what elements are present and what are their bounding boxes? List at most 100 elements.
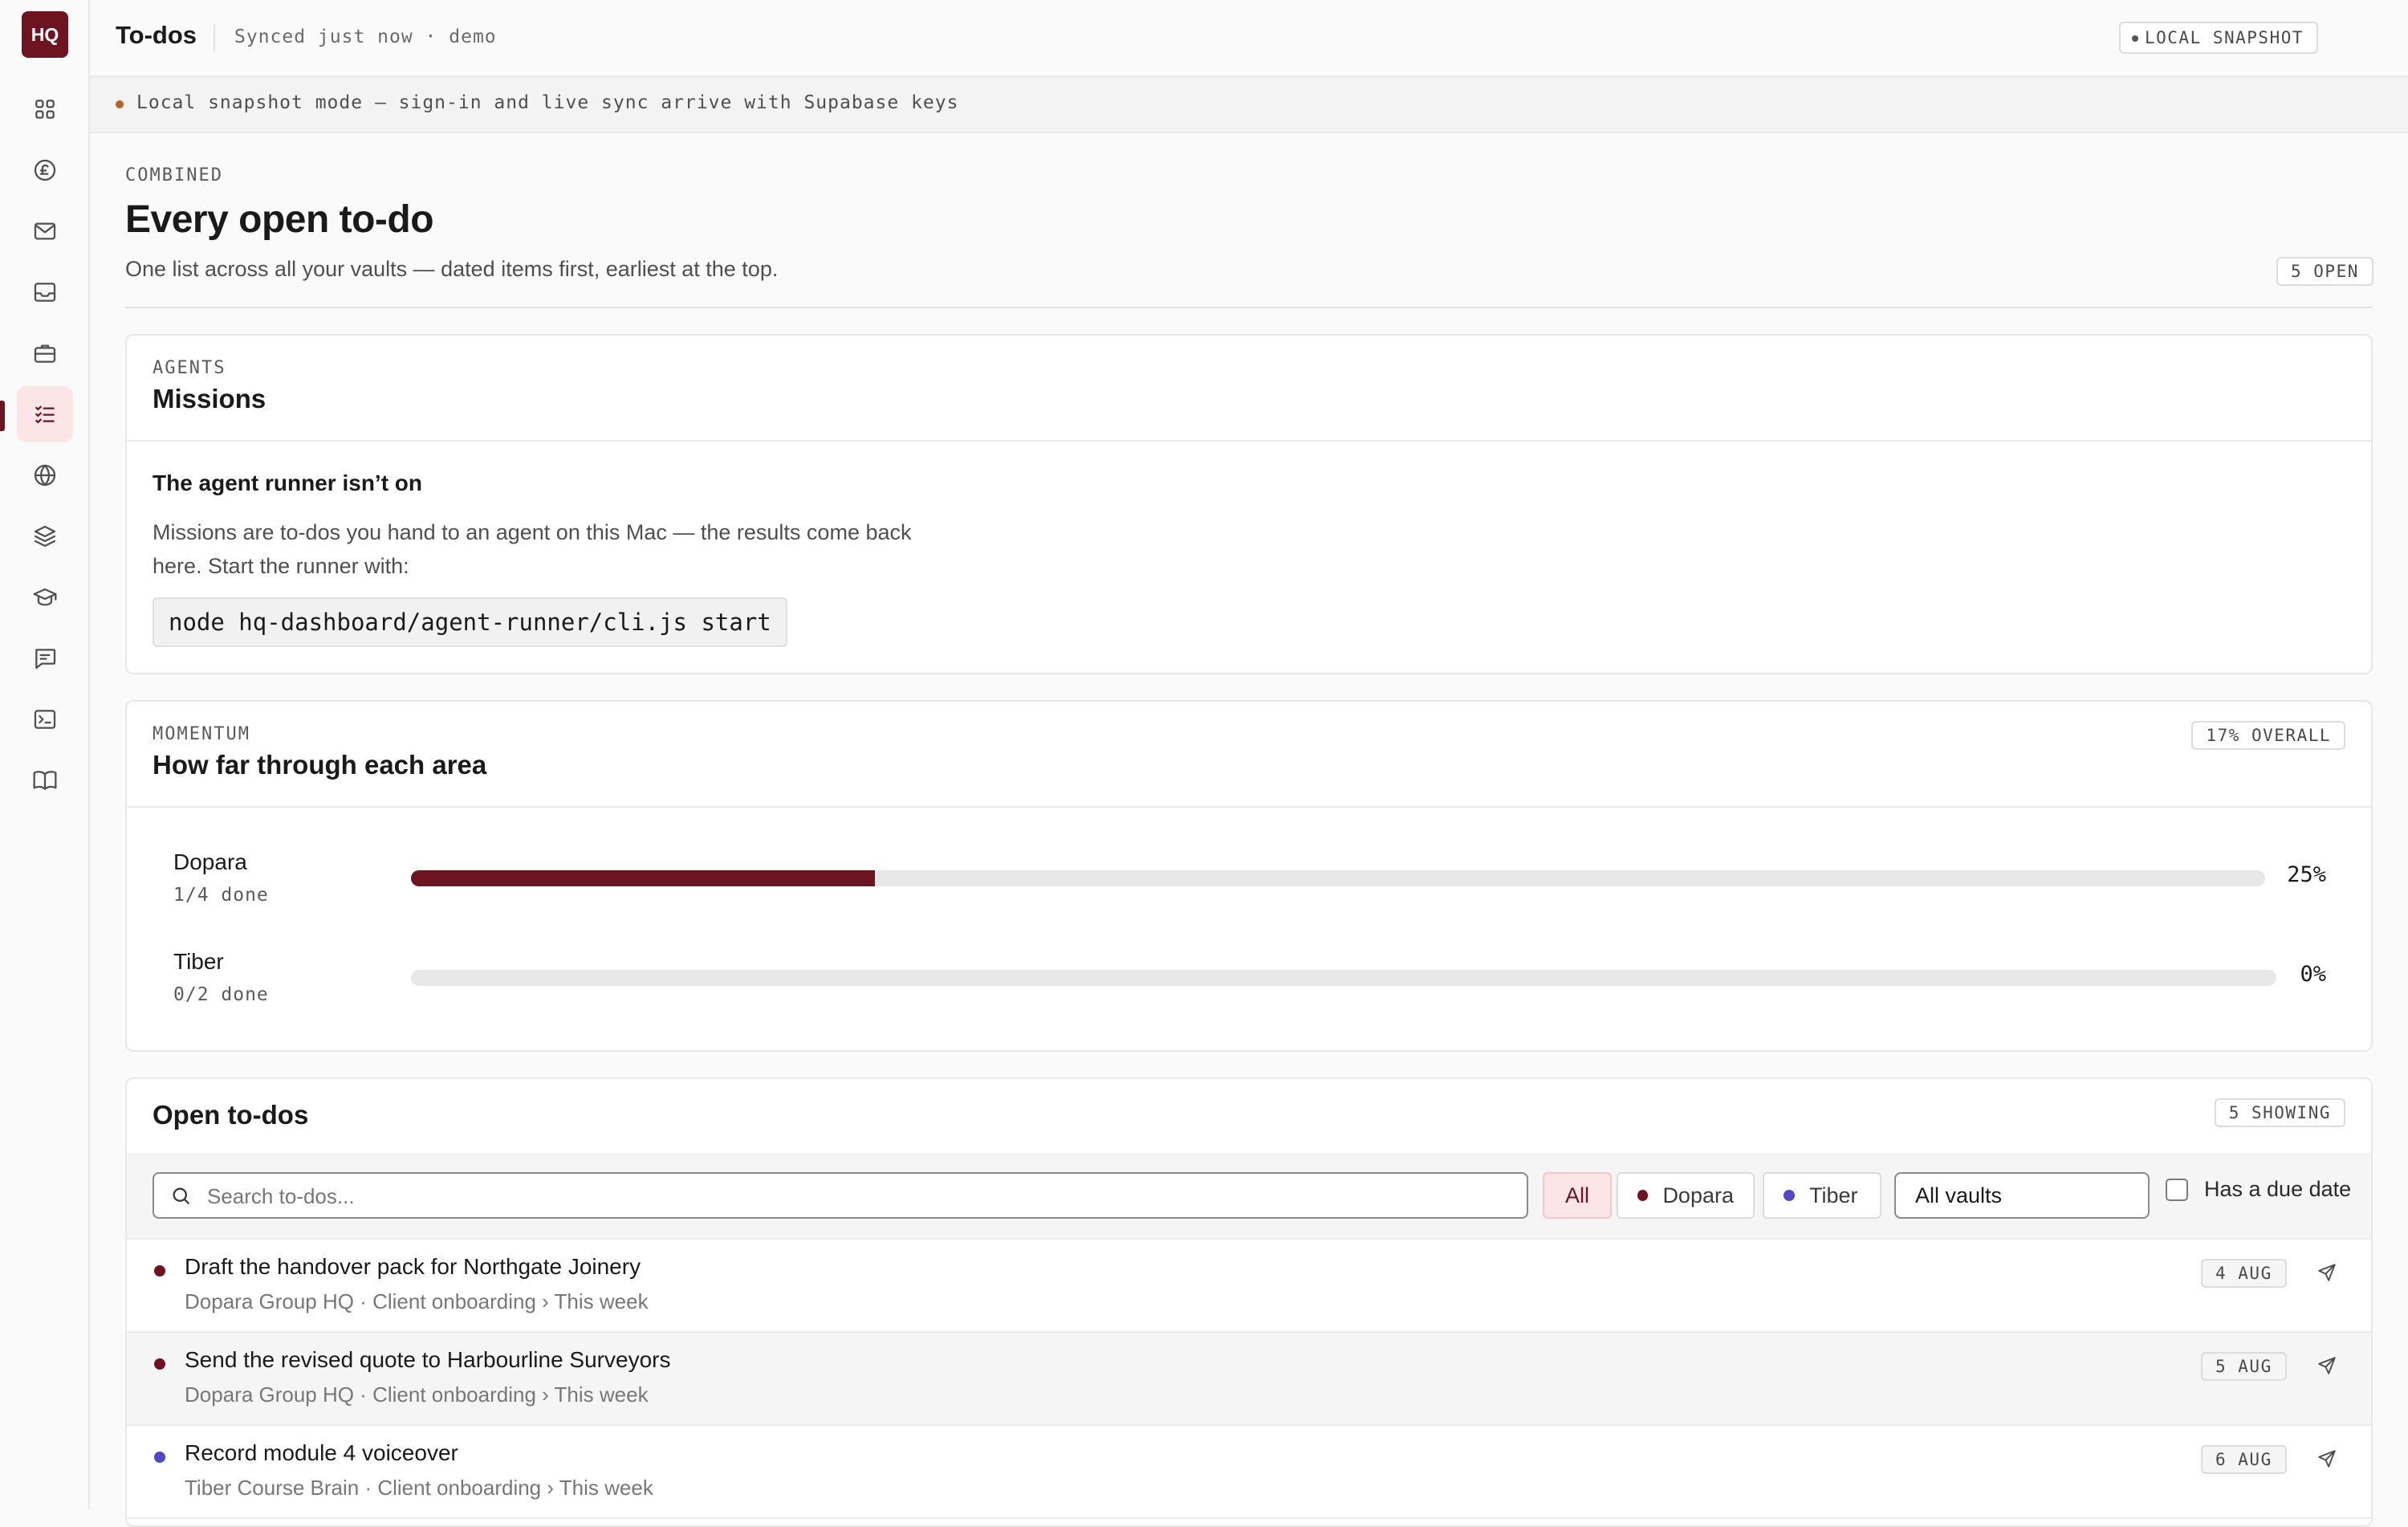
progress-track (411, 870, 2265, 886)
vault-color-dot (154, 1265, 165, 1277)
filter-tiber-chip[interactable]: Tiber (1763, 1172, 1881, 1219)
nav-dashboard[interactable] (17, 81, 73, 137)
banner-dot (116, 100, 124, 108)
send-icon (2318, 1357, 2336, 1374)
todo-meta: Dopara Group HQ · Client onboarding › Th… (185, 1382, 649, 1407)
runner-command[interactable]: node hq-dashboard/agent-runner/cli.js st… (153, 597, 787, 647)
filter-bar: All Dopara Tiber All vaults Has a due da… (127, 1153, 2371, 1240)
snapshot-mode-banner: Local snapshot mode — sign-in and live s… (90, 77, 2408, 133)
momentum-card-header: MOMENTUM How far through each area 17% O… (127, 702, 2371, 808)
graduation-cap-icon (33, 588, 57, 606)
filter-all-chip[interactable]: All (1543, 1172, 1612, 1219)
search-box[interactable] (153, 1172, 1528, 1219)
area-percent: 25% (2287, 862, 2326, 887)
todo-row[interactable]: Draft the handover pack for Northgate Jo… (127, 1240, 2371, 1333)
todos-card-header: Open to-dos 5 SHOWING (127, 1079, 2371, 1154)
overall-progress-badge: 17% OVERALL (2191, 721, 2345, 750)
area-name: Tiber (173, 949, 224, 974)
open-todos-card: Open to-dos 5 SHOWING All Dopara Tiber A… (125, 1077, 2373, 1527)
nav-web[interactable] (17, 447, 73, 503)
send-icon (2318, 1450, 2336, 1468)
nav-work[interactable] (17, 325, 73, 381)
vault-color-dot (154, 1452, 165, 1463)
header-divider (214, 24, 215, 51)
send-to-agent-button[interactable] (2316, 1355, 2341, 1379)
app-logo[interactable]: HQ (22, 11, 68, 58)
nav-inbox[interactable] (17, 264, 73, 320)
vault-select[interactable]: All vaults (1894, 1172, 2150, 1219)
sync-status: Synced just now · demo (234, 26, 497, 47)
nav-todos[interactable] (17, 386, 73, 442)
dopara-dot (1637, 1190, 1649, 1201)
momentum-card: MOMENTUM How far through each area 17% O… (125, 700, 2373, 1052)
send-icon (2318, 1264, 2336, 1281)
missions-card: AGENTS Missions The agent runner isn’t o… (125, 334, 2373, 674)
nav-terminal[interactable] (17, 691, 73, 747)
mail-icon (34, 222, 56, 240)
missions-card-header: AGENTS Missions (127, 336, 2371, 442)
terminal-icon (34, 710, 56, 729)
layers-icon (34, 525, 56, 548)
page-header-title: To-dos (116, 21, 197, 49)
area-percent: 0% (2300, 962, 2326, 987)
chat-icon (35, 649, 56, 670)
area-done-count: 1/4 done (173, 885, 269, 906)
momentum-title: How far through each area (153, 750, 487, 780)
inbox-icon (34, 283, 56, 302)
todo-title[interactable]: Send the revised quote to Harbourline Su… (185, 1347, 670, 1373)
area-name: Dopara (173, 849, 247, 874)
send-to-agent-button[interactable] (2316, 1448, 2341, 1472)
local-snapshot-badge: LOCAL SNAPSHOT (2119, 22, 2319, 54)
search-icon (173, 1187, 190, 1205)
momentum-eyebrow: MOMENTUM (153, 724, 250, 744)
local-snapshot-label: LOCAL SNAPSHOT (2145, 28, 2304, 47)
todo-row[interactable]: Record module 4 voiceover Tiber Course B… (127, 1426, 2371, 1519)
progress-track (411, 970, 2276, 986)
due-date-filter[interactable]: Has a due date (2166, 1177, 2351, 1202)
runner-description: Missions are to-dos you hand to an agent… (153, 520, 912, 578)
active-nav-marker (0, 401, 5, 431)
nav-courses[interactable] (17, 569, 73, 625)
open-count-badge: 5 OPEN (2276, 257, 2373, 286)
due-date-badge: 4 AUG (2201, 1259, 2287, 1288)
showing-count-badge: 5 SHOWING (2214, 1098, 2345, 1127)
due-date-badge: 6 AUG (2201, 1445, 2287, 1474)
progress-fill (411, 870, 875, 886)
todos-title: Open to-dos (153, 1100, 309, 1130)
due-date-checkbox[interactable] (2166, 1178, 2188, 1201)
grid-icon (35, 100, 55, 119)
search-input[interactable] (205, 1180, 1493, 1212)
todo-list-icon (35, 405, 55, 424)
send-to-agent-button[interactable] (2316, 1262, 2341, 1286)
page-subtitle: One list across all your vaults — dated … (125, 257, 779, 281)
nav-mail[interactable] (17, 203, 73, 259)
currency-icon (34, 159, 56, 181)
todo-title[interactable]: Record module 4 voiceover (185, 1440, 458, 1466)
nav-layers[interactable] (17, 508, 73, 564)
todo-row[interactable]: Send the revised quote to Harbourline Su… (127, 1333, 2371, 1426)
due-date-label: Has a due date (2204, 1177, 2352, 1201)
filter-dopara-chip[interactable]: Dopara (1617, 1172, 1755, 1219)
runner-status-title: The agent runner isn’t on (153, 470, 423, 495)
todo-title[interactable]: Draft the handover pack for Northgate Jo… (185, 1254, 641, 1280)
due-date-badge: 5 AUG (2201, 1352, 2287, 1381)
page-eyebrow: COMBINED (125, 165, 223, 185)
nav-docs[interactable] (17, 752, 73, 808)
page-title: Every open to-do (125, 198, 434, 241)
top-bar: To-dos Synced just now · demo LOCAL SNAP… (90, 0, 2408, 77)
sidebar-rail: HQ (0, 0, 90, 1509)
area-done-count: 0/2 done (173, 984, 269, 1005)
todo-meta: Dopara Group HQ · Client onboarding › Th… (185, 1289, 649, 1313)
book-icon (33, 771, 57, 790)
banner-text: Local snapshot mode — sign-in and live s… (136, 92, 959, 113)
briefcase-icon (34, 344, 56, 363)
filter-tiber-label: Tiber (1809, 1183, 1858, 1207)
filter-dopara-label: Dopara (1662, 1183, 1734, 1207)
nav-finance[interactable] (17, 142, 73, 198)
vault-color-dot (154, 1358, 165, 1370)
missions-eyebrow: AGENTS (153, 358, 226, 378)
status-dot (2132, 35, 2138, 42)
globe-icon (34, 464, 56, 487)
tiber-dot (1784, 1190, 1795, 1201)
nav-chat[interactable] (17, 630, 73, 686)
